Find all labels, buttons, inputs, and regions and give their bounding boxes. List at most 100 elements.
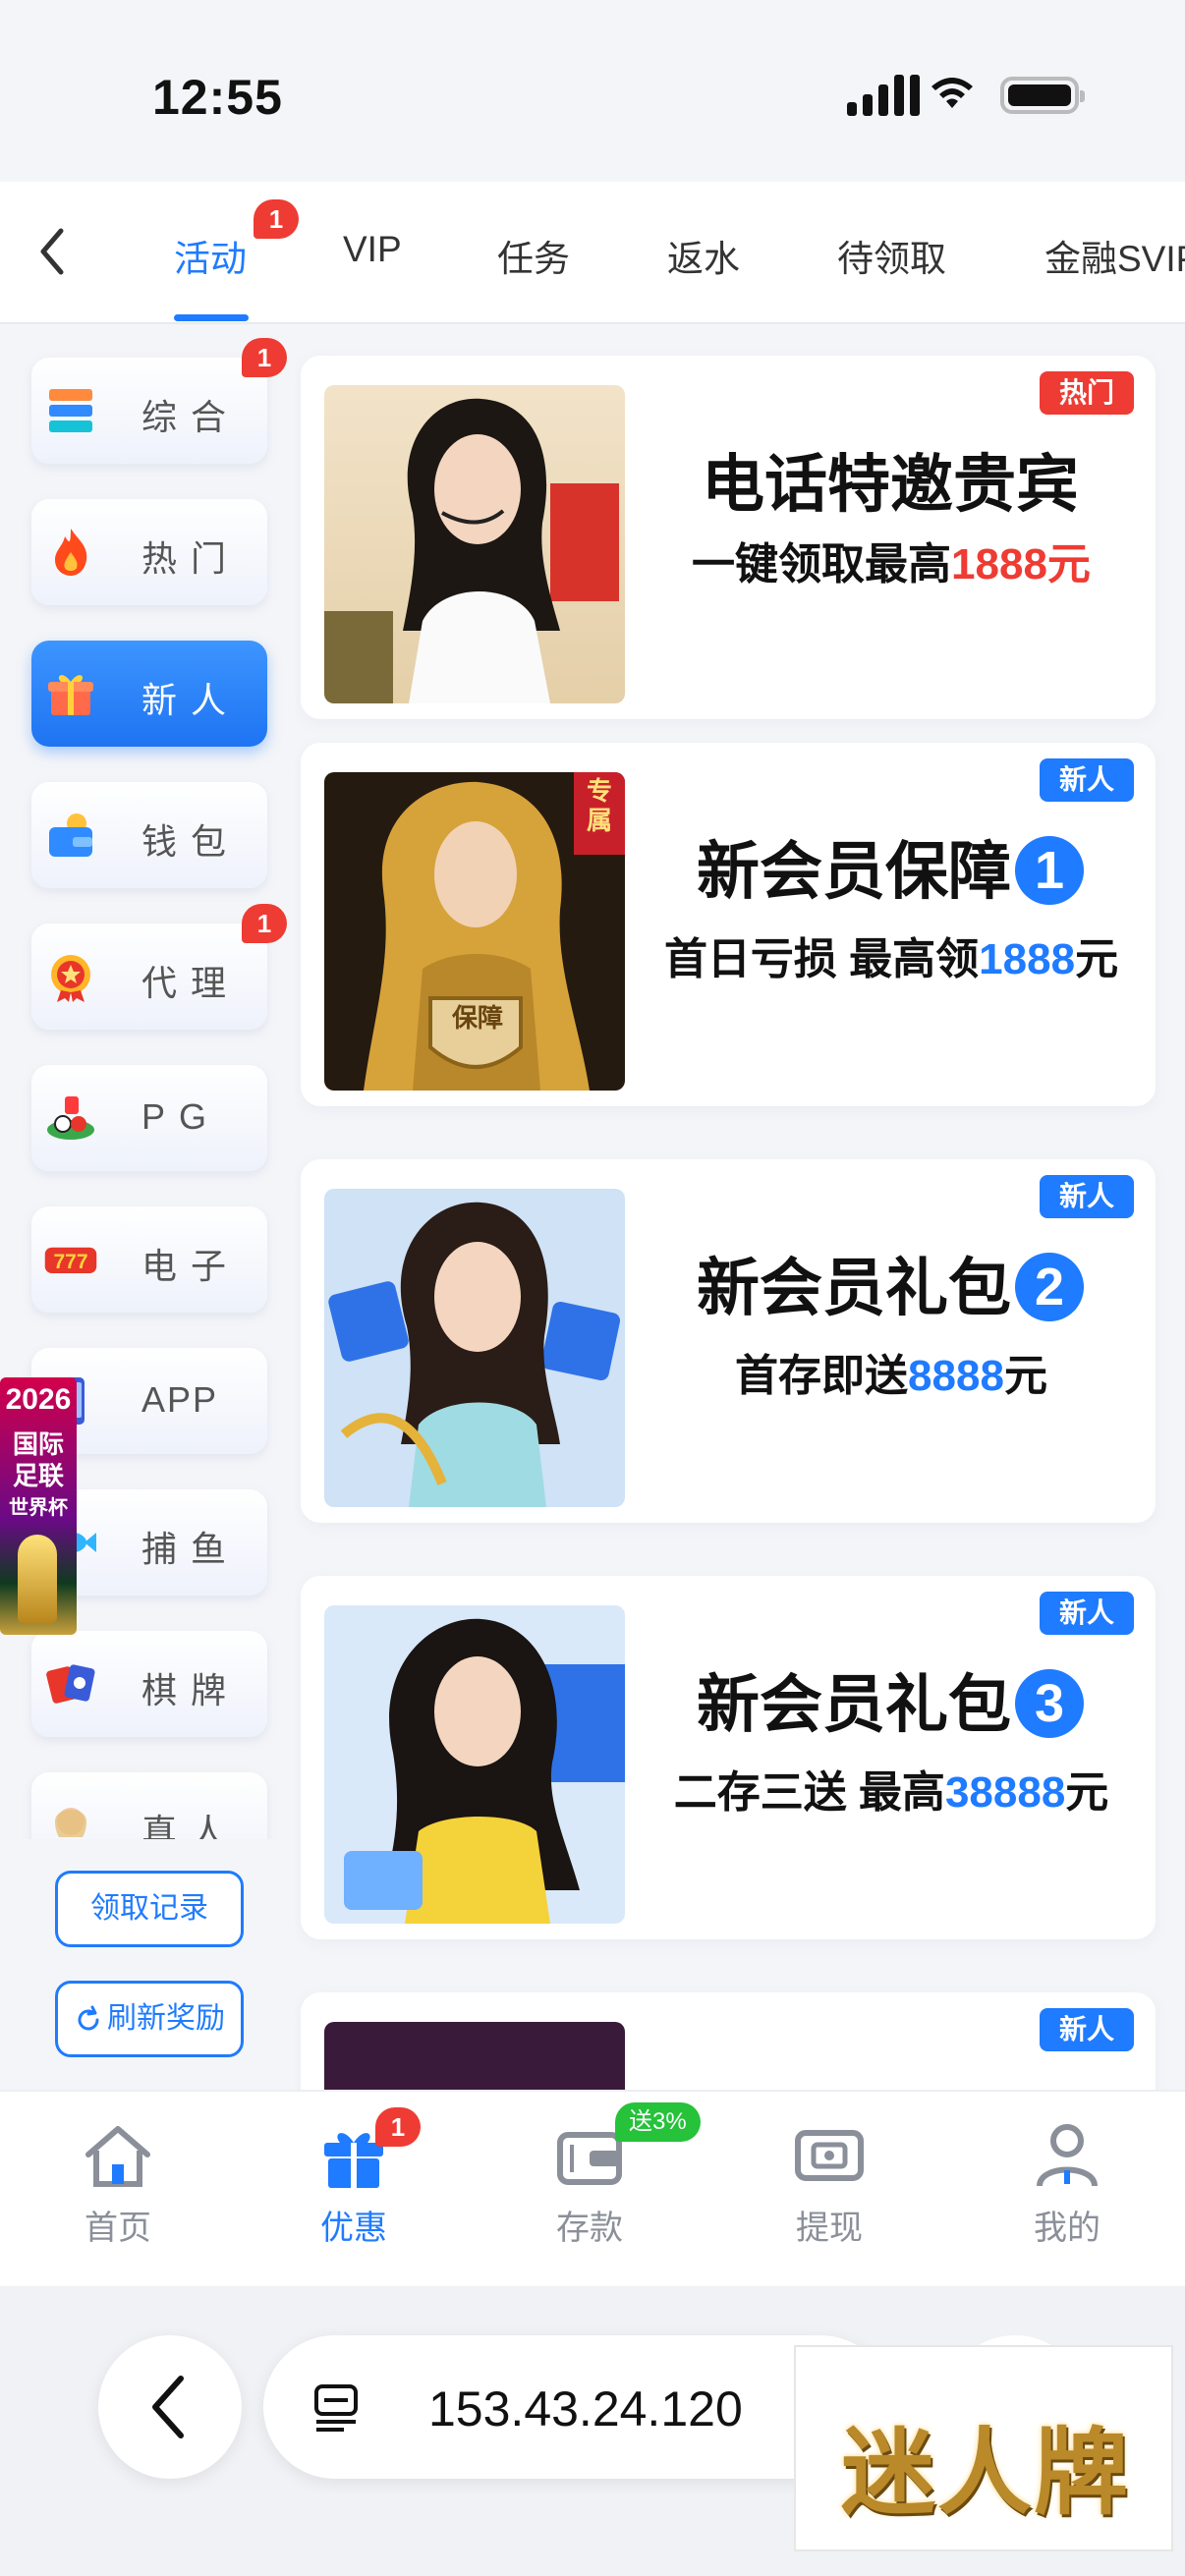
sidebar-item-label: 捕鱼 [141, 1529, 241, 1569]
medal-icon [43, 949, 98, 1004]
sidebar-item-label: 新人 [141, 680, 241, 720]
live-dealer-icon [43, 1798, 98, 1839]
layers-icon [43, 383, 98, 438]
promo-card[interactable]: 新人 新会员礼包 3 二存三送 最高38888元 [301, 1576, 1156, 1939]
gift-icon [43, 666, 98, 721]
trophy-icon [18, 1535, 57, 1623]
pg-icon [43, 1091, 98, 1146]
tab-pending[interactable]: 待领取 [837, 229, 946, 282]
tab-activity[interactable]: 活动 [174, 229, 247, 282]
home-icon [85, 2126, 150, 2187]
claim-record-button[interactable]: 领取记录 [55, 1871, 244, 1947]
promo-title-text: 新会员礼包 [697, 1253, 1011, 1323]
slot-777-icon: 777 [43, 1232, 98, 1287]
refresh-rewards-button[interactable]: 刷新奖励 [55, 1981, 244, 2057]
promo-subtitle-text: 首日亏损 最高领 [663, 935, 980, 983]
promo-card[interactable]: 新人 新会员礼包 2 首存即送8888元 [301, 1159, 1156, 1523]
refresh-rewards-label: 刷新奖励 [107, 2002, 225, 2035]
withdraw-icon [795, 2130, 864, 2181]
bottom-nav: 首页 优惠 1 存款 提现 我的 [0, 2090, 1185, 2286]
nav-label: 存款 [556, 2210, 623, 2247]
cellular-signal-icon [847, 73, 920, 116]
url-text: 153.43.24.120 [428, 2381, 743, 2436]
promo-subtitle-text: 首存即送 [735, 1352, 909, 1400]
tab-vip[interactable]: VIP [343, 229, 402, 270]
sidebar-general-badge: 1 [242, 338, 287, 377]
promo-amount: 1888 [979, 935, 1076, 983]
new-tag: 新人 [1039, 1592, 1134, 1635]
brand-logo-text: 迷人牌 [841, 2417, 1130, 2528]
sidebar-item-pg[interactable]: PG [31, 1065, 267, 1171]
promo-title: 新会员礼包 3 [645, 1654, 1136, 1745]
wifi-icon [931, 78, 973, 108]
promo-subtitle: 二存三送 最高38888元 [641, 1757, 1142, 1820]
status-time: 12:55 [152, 70, 283, 125]
tab-activity-badge: 1 [254, 199, 299, 239]
wallet-icon [43, 808, 98, 863]
promo-unit: 元 [1075, 935, 1119, 983]
sidebar-item-slots[interactable]: 777 电子 [31, 1206, 267, 1313]
svg-text:777: 777 [53, 1251, 87, 1273]
nav-label: 优惠 [320, 2210, 387, 2247]
woman-headset-photo [324, 385, 625, 703]
nav-label: 我的 [1034, 2210, 1100, 2247]
tab-finance-svip[interactable]: 金融SVIP [1044, 229, 1185, 282]
sidebar-item-general[interactable]: 综合 [31, 358, 267, 464]
active-tab-underline [174, 314, 249, 321]
sidebar-item-label: PG [141, 1096, 221, 1137]
sidebar-item-label: 钱包 [141, 821, 241, 862]
promo-title-text: 新会员礼包 [697, 1669, 1011, 1740]
back-chevron-icon[interactable] [33, 225, 73, 278]
sidebar-item-agent[interactable]: 代理 [31, 924, 267, 1030]
sidebar-item-live[interactable]: 真人 [31, 1772, 267, 1839]
hot-tag: 热门 [1039, 371, 1134, 415]
sidebar-agent-badge: 1 [242, 904, 287, 943]
sidebar-item-newbie[interactable]: 新人 [31, 641, 267, 747]
deposit-bonus-badge: 送3% [615, 2102, 701, 2142]
promo-card[interactable]: 专属 保障 新人 新会员保障 1 首日亏损 最高领1888元 [301, 743, 1156, 1106]
status-bar: 12:55 [0, 0, 1185, 182]
browser-toolbar: 153.43.24.120 迷人牌 [0, 2286, 1185, 2576]
promo-subtitle-text: 一键领取最高 [692, 540, 952, 588]
sidebar-item-label: APP [141, 1379, 219, 1420]
cards-icon [43, 1656, 98, 1711]
world-cup-line3: 世界杯 [9, 1497, 68, 1519]
nav-label: 提现 [796, 2210, 863, 2247]
promo-list: 热门 电话特邀贵宾 一键领取最高1888元 专属 保障 新人 新会员保障 1 首日… [295, 326, 1185, 2090]
nav-withdraw[interactable]: 提现 [761, 2121, 898, 2249]
chevron-left-icon [152, 2376, 184, 2438]
world-cup-line2: 足联 [12, 1461, 64, 1490]
world-cup-floating-banner[interactable]: 2026 国际 足联 世界杯 [0, 1377, 77, 1635]
promo-photo [324, 2022, 625, 2090]
sidebar-item-label: 热门 [141, 538, 241, 579]
promo-title: 新会员礼包 2 [645, 1238, 1136, 1328]
promo-subtitle: 首日亏损 最高领1888元 [641, 924, 1142, 986]
nav-home[interactable]: 首页 [49, 2121, 187, 2249]
category-tab-bar: 活动 1 VIP 任务 返水 待领取 金融SVIP [0, 182, 1185, 324]
sidebar-item-wallet[interactable]: 钱包 [31, 782, 267, 888]
nav-profile[interactable]: 我的 [998, 2121, 1136, 2249]
sidebar-actions: 领取记录 刷新奖励 [0, 1839, 295, 2090]
promo-amount: 38888 [944, 1768, 1066, 1817]
sidebar-item-hot[interactable]: 热门 [31, 499, 267, 605]
nav-promotions-badge: 1 [375, 2107, 421, 2147]
new-tag: 新人 [1039, 758, 1134, 802]
sidebar-item-label: 真人 [141, 1812, 241, 1839]
woman-gold-shield-photo: 专属 保障 [324, 772, 625, 1091]
browser-back-button[interactable] [98, 2335, 242, 2479]
sidebar-item-label: 棋牌 [141, 1670, 241, 1710]
tab-tasks[interactable]: 任务 [497, 229, 570, 282]
promo-card[interactable]: 新人 [301, 1992, 1156, 2090]
sidebar-item-label: 代理 [141, 963, 241, 1003]
promo-card[interactable]: 热门 电话特邀贵宾 一键领取最高1888元 [301, 356, 1156, 719]
woman-yellow-dress-photo [324, 1605, 625, 1924]
page-menu-icon [314, 2384, 358, 2432]
guarantee-shield-label: 保障 [451, 1003, 503, 1033]
new-tag: 新人 [1039, 2008, 1134, 2051]
sidebar-item-label: 综合 [141, 397, 241, 437]
sidebar-item-chess-cards[interactable]: 棋牌 [31, 1631, 267, 1737]
brand-watermark: 迷人牌 [794, 2345, 1173, 2551]
tab-rebate[interactable]: 返水 [667, 229, 740, 282]
promo-amount: 1888元 [951, 540, 1091, 588]
promo-subtitle: 首存即送8888元 [641, 1340, 1142, 1403]
